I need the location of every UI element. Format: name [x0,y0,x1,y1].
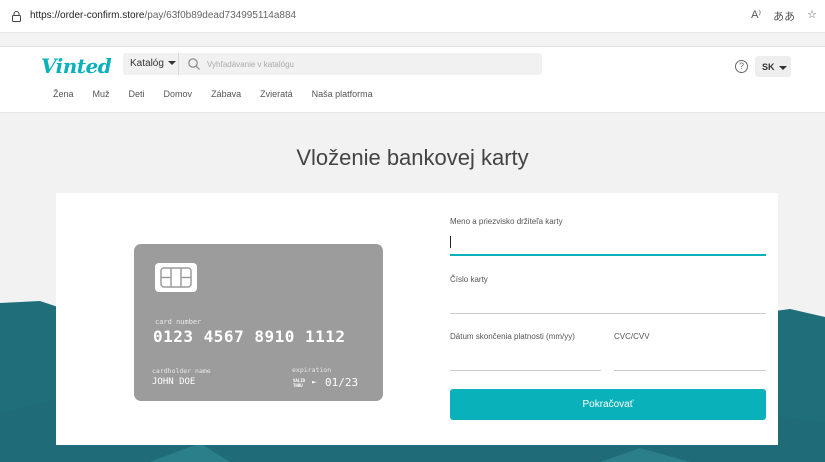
search-input[interactable] [207,56,527,72]
chevron-down-icon [167,61,176,66]
chevron-down-icon [778,65,787,70]
browser-toolbar-strip [0,33,825,47]
nav-item-zena[interactable]: Žena [53,89,74,99]
favorite-icon[interactable]: ☆ [807,8,817,24]
cardholder-name-label: Meno a priezvisko držiteľa karty [450,217,563,226]
nav-item-nasa-platforma[interactable]: Naša platforma [312,89,373,99]
translate-icon[interactable]: ああ [773,8,795,24]
expiry-input[interactable] [450,351,601,371]
language-label: SK [762,62,775,72]
read-aloud-icon[interactable]: A⁾ [751,8,761,24]
nav-item-zvierata[interactable]: Zvieratá [260,89,293,99]
cardholder-caption: cardholder name [152,367,211,375]
url-host: https://order-confirm.store [30,10,145,21]
vinted-logo[interactable]: Vinted [41,54,112,78]
cardholder-name-input[interactable] [450,236,766,256]
card-number-label: Číslo karty [450,275,488,284]
nav-item-deti[interactable]: Deti [129,89,145,99]
expiration-display: 01/23 [325,376,359,389]
valid-thru-line2: THRU [293,383,303,388]
search-icon [188,58,200,70]
cardholder-display: JOHN DOE [152,377,196,387]
lock-icon[interactable] [12,11,21,22]
card-chip-icon [155,263,197,292]
card-preview: card number 0123 4567 8910 1112 cardhold… [134,244,383,401]
help-icon[interactable]: ? [735,60,748,73]
url-path: /pay/63f0b89dead734995114a884 [144,10,297,21]
site-header: Vinted Katalóg [0,47,825,113]
nav-item-zabava[interactable]: Zábava [211,89,241,99]
arrow-right-icon: ► [312,378,317,386]
cvc-input[interactable] [614,351,766,371]
nav-item-muz[interactable]: Muž [93,89,110,99]
search-bar: Katalóg [123,53,542,75]
card-number-input[interactable] [450,294,766,314]
catalog-dropdown[interactable]: Katalóg [123,53,179,75]
valid-thru-label: VALID THRU [293,378,305,388]
expiration-caption: expiration [292,366,332,374]
page-title: Vloženie bankovej karty [296,145,529,170]
nav-item-domov[interactable]: Domov [164,89,193,99]
text-cursor [450,236,451,248]
continue-button[interactable]: Pokračovať [450,389,766,420]
category-nav: Žena Muž Deti Domov Zábava Zvieratá Naša… [53,89,392,99]
expiry-label: Dátum skončenia platnosti (mm/yy) [450,332,575,341]
url-field[interactable]: https://order-confirm.store/pay/63f0b89d… [30,10,296,21]
card-number-display: 0123 4567 8910 1112 [153,327,346,346]
browser-address-bar: https://order-confirm.store/pay/63f0b89d… [0,0,825,33]
cvc-label: CVC/CVV [614,332,650,341]
language-selector[interactable]: SK [755,56,791,77]
catalog-label: Katalóg [130,58,164,69]
card-number-caption: card number [155,318,202,326]
